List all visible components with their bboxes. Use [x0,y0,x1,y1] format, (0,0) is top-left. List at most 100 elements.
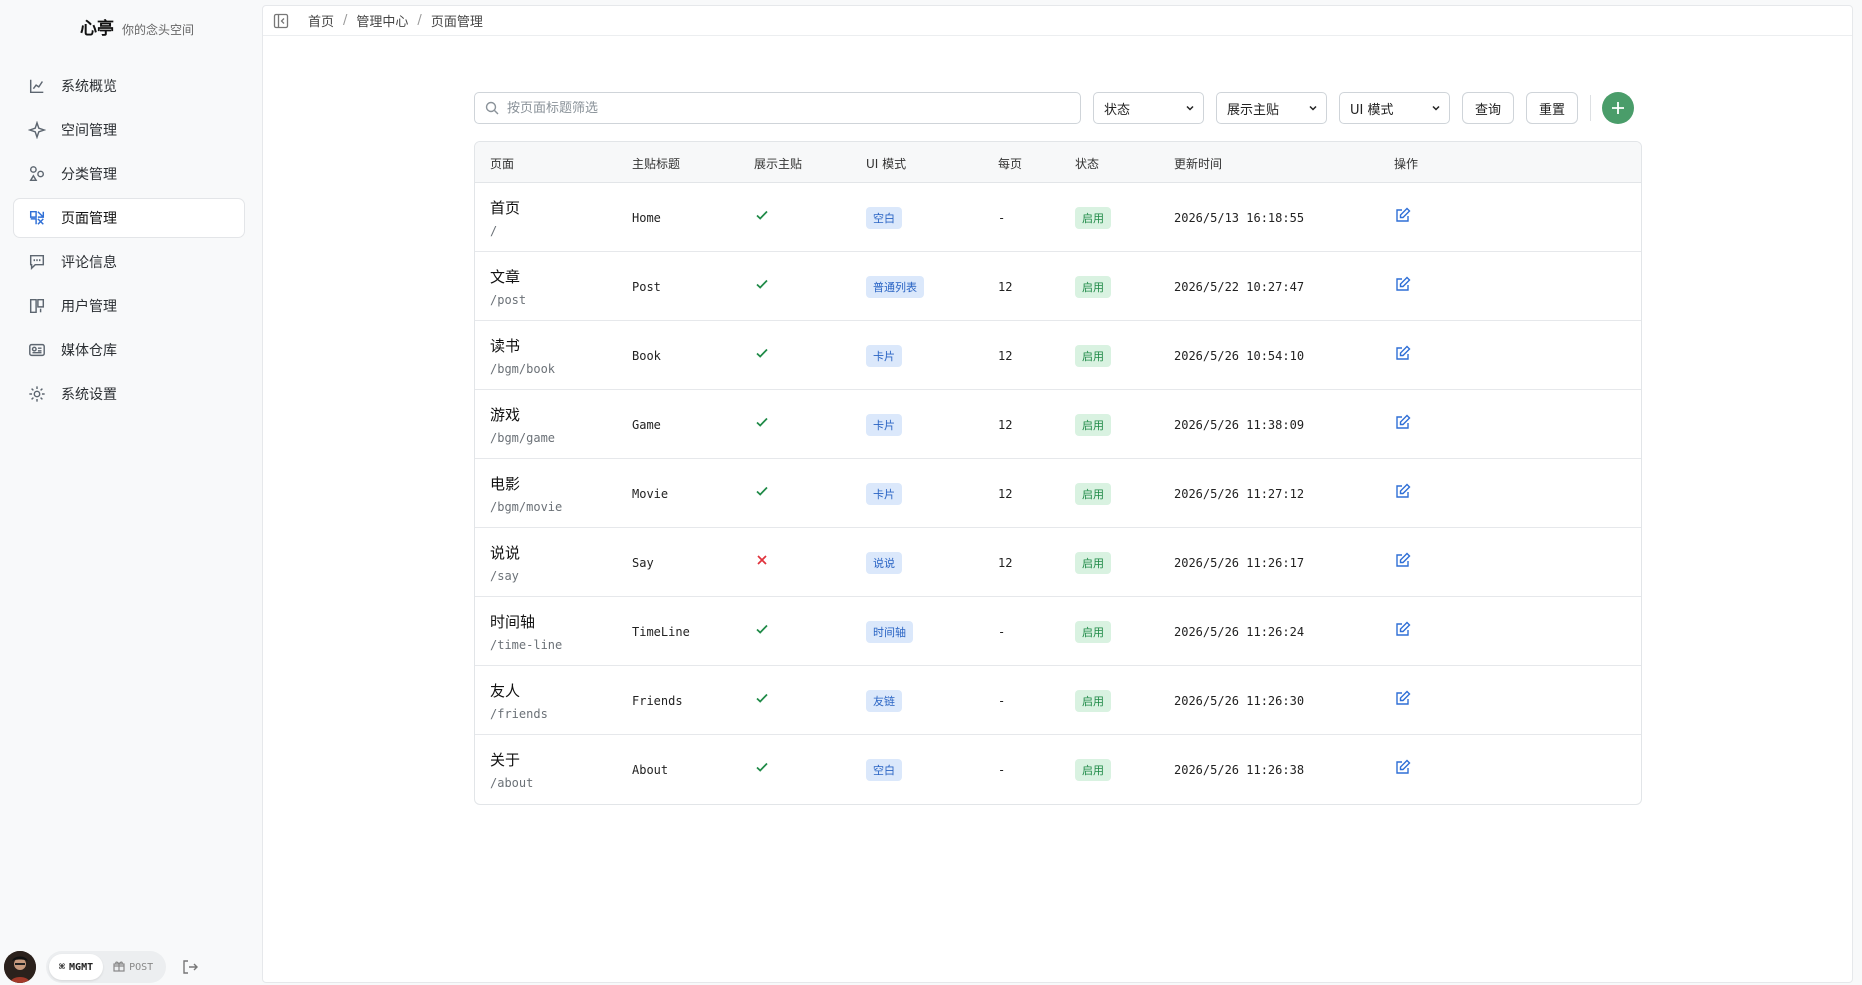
check-icon [754,621,770,637]
main-panel: 首页 / 管理中心 / 页面管理 状态 展示主贴 UI 模式 查询 重置 [262,5,1853,983]
table-row: 读书 /bgm/book Book 卡片 12 启用 2026/5/26 10:… [475,321,1641,390]
pages-table: 页面 主贴标题 展示主贴 UI 模式 每页 状态 更新时间 操作 首页 / Ho… [474,141,1642,805]
sidebar-collapse-icon[interactable] [272,12,290,30]
status-select-value: 状态 [1104,102,1131,118]
plus-icon [1612,102,1625,114]
sidebar-item-media[interactable]: 媒体仓库 [13,330,245,370]
breadcrumb-home[interactable]: 首页 [308,11,334,30]
breadcrumb-current: 页面管理 [430,15,483,30]
table-row: 首页 / Home 空白 - 启用 2026/5/13 16:18:55 [475,183,1641,252]
edit-icon[interactable] [1395,414,1413,432]
table-row: 友人 /friends Friends 友链 - 启用 2026/5/26 11… [475,666,1641,735]
per-page-value: 12 [998,349,1013,363]
sidebar-item-settings[interactable]: 系统设置 [13,374,245,414]
per-page-value: - [998,763,1006,777]
status-badge: 启用 [1075,552,1111,574]
check-icon [754,483,770,499]
check-icon [754,414,770,430]
post-title: Friends [632,694,683,708]
ui-mode-tag: 说说 [866,552,902,574]
updated-time: 2026/5/26 11:26:30 [1174,694,1305,708]
table-row: 文章 /post Post 普通列表 12 启用 2026/5/22 10:27… [475,252,1641,321]
edit-icon[interactable] [1395,345,1413,363]
per-page-value: 12 [998,280,1013,294]
breadcrumb: 首页 / 管理中心 / 页面管理 [308,11,483,30]
page-title: 时间轴 [490,613,536,631]
table-row: 电影 /bgm/movie Movie 卡片 12 启用 2026/5/26 1… [475,459,1641,528]
sidebar-footer: ⌘ MGMT POST [4,950,200,984]
status-select[interactable]: 状态 [1093,92,1204,124]
table-row: 时间轴 /time-line TimeLine 时间轴 - 启用 2026/5/… [475,597,1641,666]
page-title: 友人 [490,682,521,700]
settings-gear-icon [27,384,47,404]
logout-icon[interactable] [180,957,200,977]
breadcrumb-admin[interactable]: 管理中心 [356,11,408,30]
sidebar-item-label: 用户管理 [61,299,117,315]
edit-icon[interactable] [1395,207,1413,225]
shapes-icon [27,164,47,184]
check-icon [754,276,770,292]
column-header-post-title: 主贴标题 [632,157,681,171]
column-header-actions: 操作 [1394,157,1419,171]
status-badge: 启用 [1075,345,1111,367]
page-path: /post [490,293,527,307]
per-page-value: - [998,211,1006,225]
show-post-select[interactable]: 展示主贴 [1216,92,1327,124]
edit-icon[interactable] [1395,759,1413,777]
updated-time: 2026/5/22 10:27:47 [1174,280,1305,294]
page-title: 说说 [490,544,521,562]
topbar: 首页 / 管理中心 / 页面管理 [263,6,1852,36]
ui-mode-tag: 空白 [866,207,902,229]
sidebar-item-pages[interactable]: 页面管理 [13,198,245,238]
cross-icon [754,552,770,568]
sidebar-item-category[interactable]: 分类管理 [13,154,245,194]
table-body: 首页 / Home 空白 - 启用 2026/5/13 16:18:55 文章 … [475,183,1641,804]
media-icon [27,340,47,360]
updated-time: 2026/5/26 11:27:12 [1174,487,1305,501]
sidebar-item-label: 空间管理 [61,123,117,139]
edit-icon[interactable] [1395,552,1413,570]
sidebar-item-overview[interactable]: 系统概览 [13,66,245,106]
chart-line-icon [27,76,47,96]
breadcrumb-separator: / [343,13,348,28]
page-title: 读书 [490,337,521,355]
avatar-image [4,951,36,983]
table-row: 说说 /say Say 说说 12 启用 2026/5/26 11:26:17 [475,528,1641,597]
status-badge: 启用 [1075,207,1111,229]
reset-button[interactable]: 重置 [1526,92,1579,124]
edit-icon[interactable] [1395,621,1413,639]
updated-time: 2026/5/26 11:26:17 [1174,556,1305,570]
breadcrumb-separator: / [417,13,422,28]
check-icon [754,690,770,706]
mode-mgmt-button[interactable]: ⌘ MGMT [49,954,104,980]
page-title: 首页 [490,199,521,217]
post-title: Home [632,211,661,225]
sparkle-icon [27,120,47,140]
ui-mode-select[interactable]: UI 模式 [1339,92,1450,124]
sidebar-item-space[interactable]: 空间管理 [13,110,245,150]
edit-icon[interactable] [1395,483,1413,501]
avatar[interactable] [4,951,36,983]
sidebar-item-users[interactable]: 用户管理 [13,286,245,326]
ui-mode-tag: 卡片 [866,483,902,505]
page-path: /bgm/movie [490,500,563,514]
page-path: /about [490,776,534,790]
per-page-value: 12 [998,418,1013,432]
updated-time: 2026/5/26 10:54:10 [1174,349,1305,363]
page-path: /bgm/game [490,431,556,445]
page-title: 游戏 [490,406,521,424]
status-badge: 启用 [1075,414,1111,436]
search-input[interactable] [507,100,1067,116]
edit-icon[interactable] [1395,690,1413,708]
query-button[interactable]: 查询 [1462,92,1515,124]
chevron-down-icon [1309,105,1317,111]
search-box [474,92,1081,124]
per-page-value: 12 [998,556,1013,570]
add-page-button[interactable] [1602,92,1635,124]
ui-mode-tag: 卡片 [866,345,902,367]
mode-post-button[interactable]: POST [103,954,163,980]
sidebar-item-comments[interactable]: 评论信息 [13,242,245,282]
edit-icon[interactable] [1395,276,1413,294]
ui-mode-tag: 卡片 [866,414,902,436]
page-path: /bgm/book [490,362,556,376]
